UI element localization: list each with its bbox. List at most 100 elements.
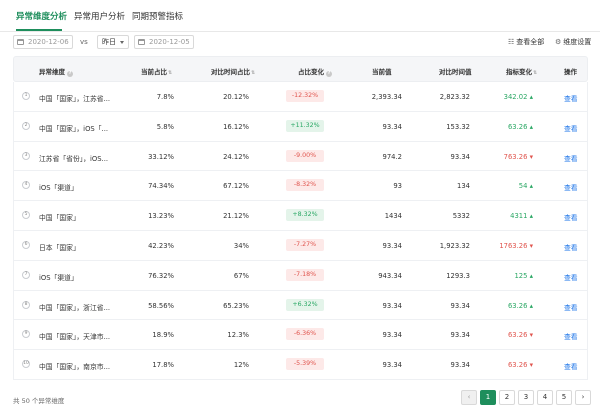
- row-index-badge: 6: [22, 240, 30, 249]
- cell-current-value: 93.34: [382, 361, 402, 370]
- view-row-button[interactable]: 查看: [564, 212, 578, 222]
- cell-current-share: 13.23%: [148, 212, 174, 221]
- cell-share-change: -12.32%: [286, 90, 324, 102]
- calendar-icon: [138, 39, 145, 45]
- cell-compare-value: 2,823.32: [439, 93, 470, 101]
- compare-date-value: 2020-12-05: [149, 38, 190, 46]
- calendar-icon: [17, 39, 24, 45]
- table-row: 5 中国「国家」 13.23% 21.12% +8.32% 1434 5332 4311 ▴ 查…: [13, 201, 588, 231]
- help-icon: ?: [326, 71, 332, 77]
- cell-dimension: 日本「国家」: [39, 243, 80, 252]
- cell-metric-change: 1763.26 ▾: [499, 241, 533, 250]
- cell-dimension: iOS「渠道」: [39, 184, 78, 193]
- cell-share-change: -5.39%: [286, 358, 324, 371]
- cell-share-change: +8.32%: [286, 209, 324, 222]
- compare-select[interactable]: 昨日: [97, 35, 129, 49]
- cell-compare-share: 24.12%: [223, 152, 249, 161]
- cell-current-value: 93.34: [382, 301, 402, 310]
- cell-dimension: 江苏省「省份」，iOS...: [39, 154, 109, 163]
- page-1[interactable]: 1: [480, 390, 496, 405]
- tab-period-alert[interactable]: 同期预警指标: [132, 10, 183, 22]
- table-row: 1 中国「国家」，江苏省... 7.8% 20.12% -12.32% 2,393.34 2…: [13, 82, 588, 112]
- view-row-button[interactable]: 查看: [564, 182, 578, 192]
- cell-share-change: +6.32%: [286, 298, 324, 311]
- sort-icon: ⇅: [168, 70, 173, 76]
- cell-dimension: 中国「国家」，江苏省...: [39, 95, 111, 103]
- cell-dimension: 中国「国家」，iOS「...: [39, 124, 109, 133]
- row-index-badge: 2: [22, 121, 30, 130]
- view-row-button[interactable]: 查看: [564, 153, 578, 163]
- cell-dimension: 中国「国家」，天津市...: [39, 333, 111, 342]
- cell-metric-change: 63.26 ▴: [507, 301, 533, 310]
- compare-select-value: 昨日: [102, 38, 116, 46]
- cell-current-share: 42.23%: [148, 241, 174, 250]
- table-row: 4 iOS「渠道」 74.34% 67.12% -8.32% 93 134 54 ▴ 查看: [13, 171, 588, 202]
- tab-anomaly-dimension[interactable]: 异常维度分析: [16, 10, 67, 22]
- page-5[interactable]: 5: [556, 390, 572, 405]
- view-row-button[interactable]: 查看: [564, 242, 578, 252]
- view-all-button[interactable]: ☷ 查看全部: [508, 37, 544, 47]
- row-index-badge: 4: [22, 181, 30, 190]
- cell-current-value: 1434: [384, 212, 402, 221]
- cell-current-value: 93.34: [382, 241, 402, 250]
- cell-compare-value: 93.34: [450, 301, 470, 310]
- row-index-badge: 9: [22, 330, 30, 339]
- view-row-button[interactable]: 查看: [564, 302, 578, 312]
- cell-share-change: -6.36%: [286, 328, 324, 341]
- cell-current-share: 76.32%: [148, 271, 174, 280]
- col-header-share-change[interactable]: 占比变化?: [298, 66, 332, 77]
- row-index-badge: 10: [22, 360, 30, 369]
- col-header-current-share[interactable]: 当前占比⇅: [141, 66, 172, 76]
- chevron-left-icon: ‹: [467, 393, 471, 401]
- page-2[interactable]: 2: [499, 390, 515, 405]
- cell-current-value: 93.34: [382, 331, 402, 340]
- cell-current-share: 58.56%: [148, 301, 174, 310]
- cell-compare-value: 134: [457, 182, 470, 191]
- cell-current-share: 17.8%: [152, 361, 174, 370]
- col-header-metric-change[interactable]: 指标变化⇅: [506, 66, 537, 76]
- table-row: 6 日本「国家」 42.23% 34% -7.27% 93.34 1,923.32 1763.…: [13, 230, 588, 261]
- col-header-compare-share[interactable]: 对比时间占比⇅: [211, 66, 255, 76]
- col-header-action: 操作: [564, 68, 577, 76]
- view-row-button[interactable]: 查看: [564, 123, 578, 133]
- table-header: 异常维度? 当前占比⇅ 对比时间占比⇅ 占比变化? 当前值 对比时间值 指标变化…: [13, 56, 588, 82]
- list-icon: ☷: [508, 38, 515, 46]
- view-row-button[interactable]: 查看: [564, 272, 578, 282]
- page-3[interactable]: 3: [518, 390, 534, 405]
- cell-metric-change: 54 ▴: [518, 182, 533, 191]
- cell-compare-share: 67%: [233, 271, 249, 280]
- start-date-picker[interactable]: 2020-12-06: [13, 35, 73, 49]
- row-index-badge: 3: [22, 151, 30, 160]
- cell-metric-change: 763.26 ▾: [503, 152, 533, 161]
- compare-date-picker[interactable]: 2020-12-05: [134, 35, 194, 49]
- prev-page-button[interactable]: ‹: [461, 390, 477, 405]
- table-row: 10 中国「国家」，南京市... 17.8% 12% -5.39% 93.34 93.34 6…: [13, 350, 588, 380]
- cell-share-change: -9.00%: [286, 149, 324, 162]
- cell-metric-change: 63.26 ▾: [507, 361, 533, 370]
- view-row-button[interactable]: 查看: [564, 331, 578, 341]
- help-icon: ?: [67, 71, 73, 77]
- cell-compare-share: 16.12%: [223, 122, 249, 131]
- cell-current-value: 93.34: [382, 122, 402, 131]
- row-index-badge: 8: [22, 300, 30, 309]
- dimension-settings-button[interactable]: ⚙ 维度设置: [555, 37, 591, 47]
- cell-metric-change: 63.26 ▴: [507, 122, 533, 131]
- start-date-value: 2020-12-06: [28, 38, 69, 46]
- view-row-button[interactable]: 查看: [564, 361, 578, 371]
- cell-compare-share: 20.12%: [223, 93, 249, 101]
- cell-dimension: 中国「国家」: [39, 214, 80, 223]
- cell-metric-change: 125 ▴: [514, 271, 533, 280]
- sort-icon: ⇅: [251, 70, 256, 76]
- cell-compare-share: 34%: [233, 241, 249, 250]
- cell-current-share: 33.12%: [148, 152, 174, 161]
- col-header-dimension: 异常维度?: [39, 68, 73, 77]
- cell-current-value: 974.2: [382, 152, 402, 161]
- page-4[interactable]: 4: [537, 390, 553, 405]
- next-page-button[interactable]: ›: [575, 390, 591, 405]
- cell-metric-change: 63.26 ▾: [507, 331, 533, 340]
- tab-anomaly-user[interactable]: 异常用户分析: [74, 10, 125, 22]
- cell-current-share: 7.8%: [156, 93, 174, 101]
- cell-compare-value: 1,923.32: [439, 241, 470, 250]
- dimension-settings-label: 维度设置: [563, 38, 592, 46]
- view-row-button[interactable]: 查看: [564, 93, 578, 103]
